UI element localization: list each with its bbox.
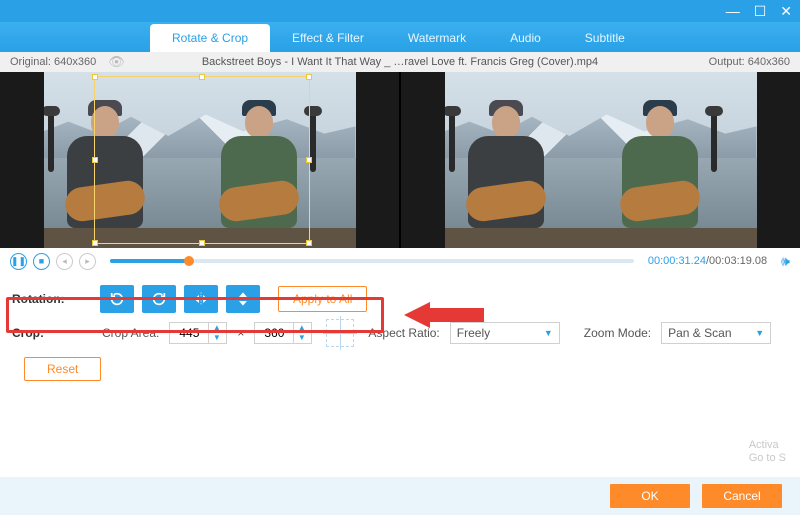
next-button[interactable]: ▸: [79, 253, 96, 270]
zoom-mode-label: Zoom Mode:: [584, 326, 651, 340]
output-preview: [399, 72, 800, 248]
aspect-ratio-select[interactable]: Freely ▼: [450, 322, 560, 344]
crop-width-down[interactable]: ▼: [209, 333, 224, 343]
rotate-left-button[interactable]: [100, 285, 134, 313]
rotation-label: Rotation:: [12, 292, 92, 306]
seek-thumb[interactable]: [184, 256, 194, 266]
current-time: 00:00:31.24: [648, 255, 706, 267]
minimize-button[interactable]: —: [726, 4, 740, 18]
controls-panel: Rotation: Apply to All Crop: Crop Area: …: [0, 274, 800, 386]
output-dimensions-label: Output: 640x360: [709, 56, 800, 68]
prev-button[interactable]: ◂: [56, 253, 73, 270]
dimensions-infobar: Original: 640x360 👁 Backstreet Boys - I …: [0, 52, 800, 72]
crop-label: Crop:: [12, 326, 92, 340]
crop-height-down[interactable]: ▼: [294, 333, 309, 343]
zoom-mode-value: Pan & Scan: [668, 326, 731, 340]
zoom-mode-select[interactable]: Pan & Scan ▼: [661, 322, 771, 344]
os-watermark: Activa Go to S: [749, 439, 786, 465]
crop-selection-box[interactable]: [94, 76, 310, 244]
crop-width-up[interactable]: ▲: [209, 323, 224, 333]
crop-width-field[interactable]: ▲▼: [169, 322, 227, 344]
flip-vertical-button[interactable]: [226, 285, 260, 313]
tab-watermark[interactable]: Watermark: [386, 24, 488, 52]
preview-area: [0, 72, 800, 248]
seek-slider[interactable]: [110, 259, 634, 263]
tab-effect-filter[interactable]: Effect & Filter: [270, 24, 386, 52]
crop-height-field[interactable]: ▲▼: [254, 322, 312, 344]
ok-button[interactable]: OK: [610, 484, 690, 508]
crop-width-input[interactable]: [170, 326, 208, 340]
total-time: 00:03:19.08: [709, 255, 767, 267]
stop-button[interactable]: ■: [33, 253, 50, 270]
filename-label: Backstreet Boys - I Want It That Way _ ……: [202, 56, 598, 68]
tab-subtitle[interactable]: Subtitle: [563, 24, 647, 52]
time-display: 00:00:31.24/00:03:19.08: [648, 255, 767, 267]
editor-tabstrip: Rotate & Crop Effect & Filter Watermark …: [0, 22, 800, 52]
tab-rotate-crop[interactable]: Rotate & Crop: [150, 24, 270, 52]
window-titlebar: — ☐ ✕: [0, 0, 800, 22]
pause-button[interactable]: ❚❚: [10, 253, 27, 270]
playback-bar: ❚❚ ■ ◂ ▸ 00:00:31.24/00:03:19.08 🕪: [0, 248, 800, 274]
crop-mult-label: ×: [237, 326, 244, 340]
crop-position-pad[interactable]: [326, 319, 354, 347]
tab-audio[interactable]: Audio: [488, 24, 563, 52]
flip-horizontal-button[interactable]: [184, 285, 218, 313]
dialog-footer: OK Cancel: [0, 477, 800, 515]
chevron-down-icon: ▼: [755, 328, 764, 338]
aspect-ratio-label: Aspect Ratio:: [368, 326, 439, 340]
rotate-right-button[interactable]: [142, 285, 176, 313]
close-button[interactable]: ✕: [780, 4, 792, 18]
cancel-button[interactable]: Cancel: [702, 484, 782, 508]
crop-height-up[interactable]: ▲: [294, 323, 309, 333]
aspect-ratio-value: Freely: [457, 326, 490, 340]
original-dimensions-label: Original: 640x360: [0, 56, 96, 68]
maximize-button[interactable]: ☐: [754, 4, 767, 18]
preview-toggle-icon[interactable]: 👁: [108, 54, 125, 70]
crop-height-input[interactable]: [255, 326, 293, 340]
original-preview[interactable]: [0, 72, 399, 248]
chevron-down-icon: ▼: [544, 328, 553, 338]
reset-button[interactable]: Reset: [24, 357, 101, 381]
apply-to-all-button[interactable]: Apply to All: [278, 286, 367, 312]
volume-icon[interactable]: 🕪: [781, 253, 790, 270]
crop-area-label: Crop Area:: [102, 326, 159, 340]
